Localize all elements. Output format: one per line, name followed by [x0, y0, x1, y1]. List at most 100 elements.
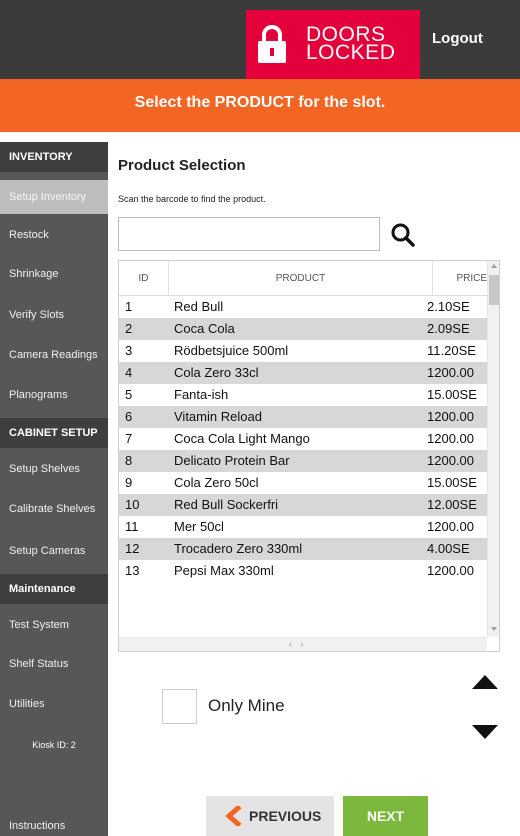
sidebar-item-verify-slots[interactable]: Verify Slots: [0, 298, 108, 332]
cell-product: Mer 50cl: [174, 519, 224, 534]
cell-product: Delicato Protein Bar: [174, 453, 290, 468]
sidebar-item-test-system[interactable]: Test System: [0, 608, 108, 642]
cell-price: 1200.00: [427, 519, 474, 534]
table-row[interactable]: 5 Fanta-ish 15.00SE: [119, 384, 487, 406]
search-icon[interactable]: [390, 222, 416, 248]
doors-status-text: DOORS LOCKED: [306, 24, 396, 64]
table-row[interactable]: 4 Cola Zero 33cl 1200.00: [119, 362, 487, 384]
cell-product: Cola Zero 50cl: [174, 475, 259, 490]
cell-id: 11: [125, 519, 139, 534]
table-row[interactable]: 1 Red Bull 2.10SE: [119, 296, 487, 318]
cell-product: Cola Zero 33cl: [174, 365, 259, 380]
cell-product: Pepsi Max 330ml: [174, 563, 274, 578]
horizontal-scrollbar[interactable]: ‹ ›: [119, 637, 487, 651]
product-table: ID PRODUCT PRICE 1 Red Bull 2.10SE 2 Coca C…: [118, 260, 500, 652]
sidebar-header-inventory: INVENTORY: [0, 142, 108, 172]
cell-price: 11.20SE: [427, 343, 476, 358]
cell-id: 10: [125, 497, 140, 512]
sidebar-header-cabinet-setup: CABINET SETUP: [0, 418, 108, 448]
scroll-left-right-icon[interactable]: ‹ ›: [289, 639, 307, 649]
cell-price: 1200.00: [427, 409, 474, 424]
sidebar-item-shrinkage[interactable]: Shrinkage: [0, 257, 108, 291]
cell-price: 2.09SE: [427, 321, 470, 336]
sidebar-item-setup-cameras[interactable]: Setup Cameras: [0, 534, 108, 568]
cell-price: 1200.00: [427, 365, 474, 380]
cell-product: Trocadero Zero 330ml: [174, 541, 303, 556]
move-up-arrow-icon[interactable]: [472, 675, 498, 689]
cell-id: 7: [125, 431, 133, 446]
sidebar-header-maintenance: Maintenance: [0, 574, 108, 604]
table-row[interactable]: 3 Rödbetsjuice 500ml 11.20SE: [119, 340, 487, 362]
only-mine-checkbox[interactable]: [162, 689, 197, 724]
instruction-banner: Select the PRODUCT for the slot.: [0, 79, 520, 132]
cell-price: 12.00SE: [427, 497, 477, 512]
cell-id: 3: [125, 343, 133, 358]
cell-price: 2.10SE: [427, 299, 470, 314]
table-row[interactable]: 12 Trocadero Zero 330ml 4.00SE: [119, 538, 487, 560]
padlock-icon: [258, 25, 286, 63]
cell-product: Vitamin Reload: [174, 409, 262, 424]
sidebar-item-utilities[interactable]: Utilities: [0, 687, 108, 721]
move-down-arrow-icon[interactable]: [472, 725, 498, 739]
doors-status-badge: DOORS LOCKED: [246, 10, 420, 79]
chevron-left-icon: [225, 806, 242, 826]
cell-product: Coca Cola: [174, 321, 235, 336]
vertical-scrollbar[interactable]: [487, 261, 499, 637]
cell-price: 4.00SE: [427, 541, 470, 556]
scroll-up-icon[interactable]: [491, 264, 497, 268]
sidebar-item-planograms[interactable]: Planograms: [0, 378, 108, 412]
table-row[interactable]: 10 Red Bull Sockerfri 12.00SE: [119, 494, 487, 516]
previous-button[interactable]: PREVIOUS: [206, 796, 334, 836]
sidebar-item-setup-inventory[interactable]: Setup Inventory: [0, 180, 108, 214]
cell-product: Red Bull Sockerfri: [174, 497, 279, 512]
cell-product: Fanta-ish: [174, 387, 229, 402]
search-input[interactable]: [118, 217, 380, 251]
scroll-down-icon[interactable]: [491, 627, 497, 631]
cell-id: 8: [125, 453, 133, 468]
table-row[interactable]: 9 Cola Zero 50cl 15.00SE: [119, 472, 487, 494]
cell-id: 5: [125, 387, 133, 402]
cell-product: Rödbetsjuice 500ml: [174, 343, 289, 358]
doors-line-2: LOCKED: [306, 41, 396, 64]
column-header-id[interactable]: ID: [119, 261, 169, 296]
cell-id: 13: [125, 563, 140, 578]
cell-id: 2: [125, 321, 133, 336]
cell-id: 1: [125, 299, 133, 314]
cell-id: 4: [125, 365, 133, 380]
table-row[interactable]: 11 Mer 50cl 1200.00: [119, 516, 487, 538]
cell-product: Red Bull: [174, 299, 224, 314]
cell-id: 6: [125, 409, 133, 424]
cell-price: 15.00SE: [427, 387, 477, 402]
sidebar-item-instructions[interactable]: Instructions: [0, 816, 108, 836]
sidebar: INVENTORY Setup Inventory Restock Shrink…: [0, 142, 108, 836]
column-header-price[interactable]: PRICE: [433, 261, 487, 296]
sidebar-item-restock[interactable]: Restock: [0, 218, 108, 252]
previous-button-label: PREVIOUS: [249, 808, 322, 824]
scan-hint: Scan the barcode to find the product.: [118, 194, 266, 204]
sidebar-item-camera-readings[interactable]: Camera Readings: [0, 338, 108, 372]
cell-price: 1200.00: [427, 431, 474, 446]
top-bar: DOORS LOCKED Logout: [0, 0, 520, 79]
sidebar-item-shelf-status[interactable]: Shelf Status: [0, 647, 108, 681]
next-button[interactable]: NEXT: [343, 796, 428, 836]
table-row[interactable]: 2 Coca Cola 2.09SE: [119, 318, 487, 340]
cell-price: 1200.00: [427, 453, 474, 468]
logout-button[interactable]: Logout: [432, 30, 483, 47]
cell-price: 15.00SE: [427, 475, 477, 490]
page-title: Product Selection: [118, 157, 246, 174]
table-row[interactable]: 7 Coca Cola Light Mango 1200.00: [119, 428, 487, 450]
vertical-scroll-thumb[interactable]: [489, 275, 499, 305]
cell-id: 12: [125, 541, 140, 556]
kiosk-id: Kiosk ID: 2: [32, 740, 76, 750]
only-mine-label: Only Mine: [208, 696, 285, 715]
sidebar-item-setup-shelves[interactable]: Setup Shelves: [0, 452, 108, 486]
table-row[interactable]: 6 Vitamin Reload 1200.00: [119, 406, 487, 428]
sidebar-item-calibrate-shelves[interactable]: Calibrate Shelves: [0, 492, 108, 526]
table-row[interactable]: 8 Delicato Protein Bar 1200.00: [119, 450, 487, 472]
cell-product: Coca Cola Light Mango: [174, 431, 310, 446]
table-row[interactable]: 13 Pepsi Max 330ml 1200.00: [119, 560, 487, 582]
cell-price: 1200.00: [427, 563, 474, 578]
column-header-product[interactable]: PRODUCT: [169, 261, 433, 296]
table-body: 1 Red Bull 2.10SE 2 Coca Cola 2.09SE 3 Rödbet…: [119, 296, 487, 582]
cell-id: 9: [125, 475, 133, 490]
